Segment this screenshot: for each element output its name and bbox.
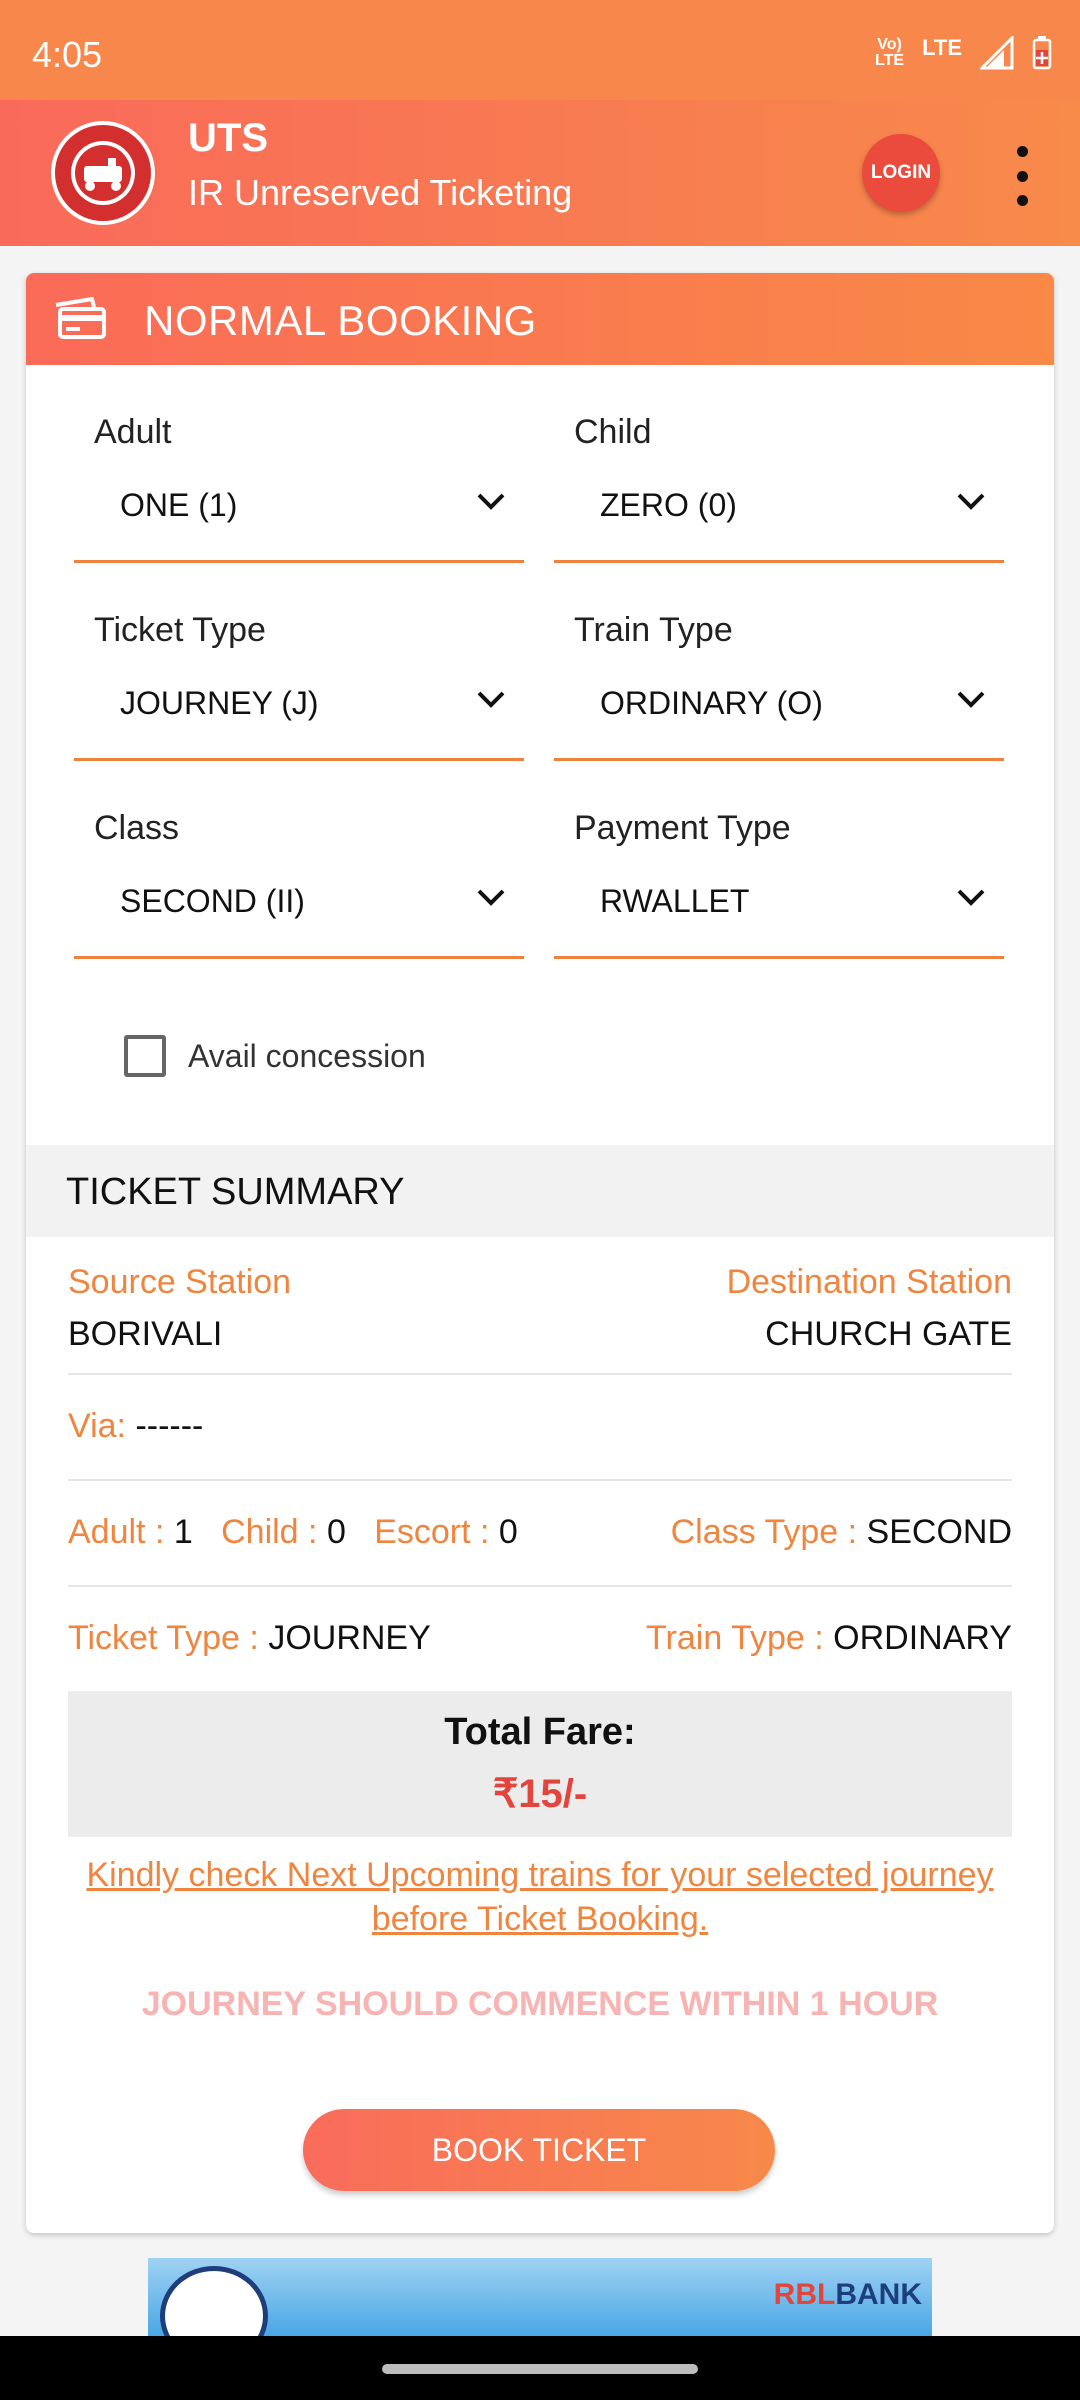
summary-ticket-type-label: Ticket Type : [68,1619,259,1657]
ticket-card-icon [55,297,106,339]
signal-icon [980,36,1014,70]
summary-train-type-label: Train Type : [646,1619,824,1657]
divider [68,1479,1012,1481]
via-label: Via: [68,1407,126,1445]
adult-dropdown[interactable]: Adult ONE (1) [74,397,524,563]
field-underline [74,758,524,761]
divider [68,1373,1012,1375]
more-options-icon[interactable] [1010,146,1034,206]
ticket-type-row: Ticket Type : JOURNEY [68,1619,431,1658]
app-bar: UTS IR Unreserved Ticketing LOGIN [0,100,1080,246]
app-subtitle: IR Unreserved Ticketing [188,172,573,213]
total-fare-label: Total Fare: [444,1711,636,1753]
summary-ticket-type-value: JOURNEY [268,1619,431,1657]
class-value: SECOND (II) [120,883,305,919]
adult-label: Adult [94,413,172,451]
source-station-label: Source Station [68,1263,292,1301]
home-gesture-handle[interactable] [382,2364,698,2374]
chevron-down-icon [477,889,505,906]
passenger-counts: Adult : 1 Child : 0 Escort : 0 [68,1513,518,1552]
total-fare-value: ₹15/- [492,1772,588,1816]
via-value: ------ [135,1407,204,1445]
adult-count-value: 1 [173,1513,193,1551]
child-dropdown[interactable]: Child ZERO (0) [554,397,1004,563]
lte-label: LTE [922,35,962,60]
adult-value: ONE (1) [120,487,238,523]
child-label: Child [574,413,652,451]
child-count-value: 0 [326,1513,346,1551]
journey-warning: JOURNEY SHOULD COMMENCE WITHIN 1 HOUR [141,1985,939,2023]
rbl-bank-ad-banner[interactable]: RBLBANK [148,2258,932,2336]
irctc-logo-icon [160,2266,268,2336]
avail-concession-label: Avail concession [188,1037,426,1074]
status-bar: 4:05 Vo) LTE LTE [0,0,1080,100]
field-underline [554,956,1004,959]
via-row: Via: ------ [68,1407,203,1446]
child-count-label: Child : [221,1513,318,1551]
summary-train-type-value: ORDINARY [833,1619,1012,1657]
indian-railways-logo-icon [51,121,155,225]
class-type-value: SECOND [866,1513,1012,1551]
destination-station-value: CHURCH GATE [765,1315,1012,1353]
source-station-value: BORIVALI [68,1315,223,1353]
upcoming-trains-link[interactable]: Kindly check Next Upcoming trains for yo… [68,1853,1012,1941]
system-navigation-bar [0,2336,1080,2400]
ticket-type-dropdown[interactable]: Ticket Type JOURNEY (J) [74,595,524,761]
train-type-value: ORDINARY (O) [600,685,823,721]
class-dropdown[interactable]: Class SECOND (II) [74,793,524,959]
field-underline [74,956,524,959]
ticket-type-label: Ticket Type [94,611,266,649]
status-time: 4:05 [32,34,103,75]
book-ticket-button[interactable]: BOOK TICKET [303,2109,775,2191]
escort-count-label: Escort : [374,1513,490,1551]
chevron-down-icon [957,691,985,708]
battery-icon [1032,36,1052,70]
checkbox-box[interactable] [124,1035,166,1077]
chevron-down-icon [957,493,985,510]
volte-icon: Vo) LTE [875,36,905,69]
total-fare-box: Total Fare: ₹15/- [68,1691,1012,1837]
chevron-down-icon [477,691,505,708]
adult-count-label: Adult : [68,1513,165,1551]
app-title: UTS [188,116,268,160]
class-type-row: Class Type : SECOND [671,1513,1012,1552]
payment-type-label: Payment Type [574,809,791,847]
payment-type-dropdown[interactable]: Payment Type RWALLET [554,793,1004,959]
login-button[interactable]: LOGIN [862,134,940,212]
destination-station-label: Destination Station [726,1263,1012,1301]
normal-booking-card: NORMAL BOOKING Adult ONE (1) Child ZERO … [26,273,1054,2233]
train-type-row: Train Type : ORDINARY [646,1619,1012,1658]
chevron-down-icon [477,493,505,510]
child-value: ZERO (0) [600,487,737,523]
field-underline [74,560,524,563]
escort-count-value: 0 [498,1513,518,1551]
class-type-label: Class Type : [670,1513,858,1551]
rbl-bank-logo: RBLBANK [773,2278,922,2311]
ticket-summary-title: TICKET SUMMARY [66,1171,405,1213]
chevron-down-icon [957,889,985,906]
ticket-type-value: JOURNEY (J) [120,685,319,721]
payment-type-value: RWALLET [600,883,750,919]
divider [68,1585,1012,1587]
avail-concession-checkbox[interactable]: Avail concession [124,1035,426,1077]
field-underline [554,560,1004,563]
card-header: NORMAL BOOKING [26,273,1054,365]
status-icons: Vo) LTE LTE [875,35,1052,70]
card-title: NORMAL BOOKING [144,297,537,344]
class-label: Class [94,809,180,847]
train-type-dropdown[interactable]: Train Type ORDINARY (O) [554,595,1004,761]
train-type-label: Train Type [574,611,733,649]
field-underline [554,758,1004,761]
ticket-summary-header: TICKET SUMMARY [26,1145,1054,1237]
